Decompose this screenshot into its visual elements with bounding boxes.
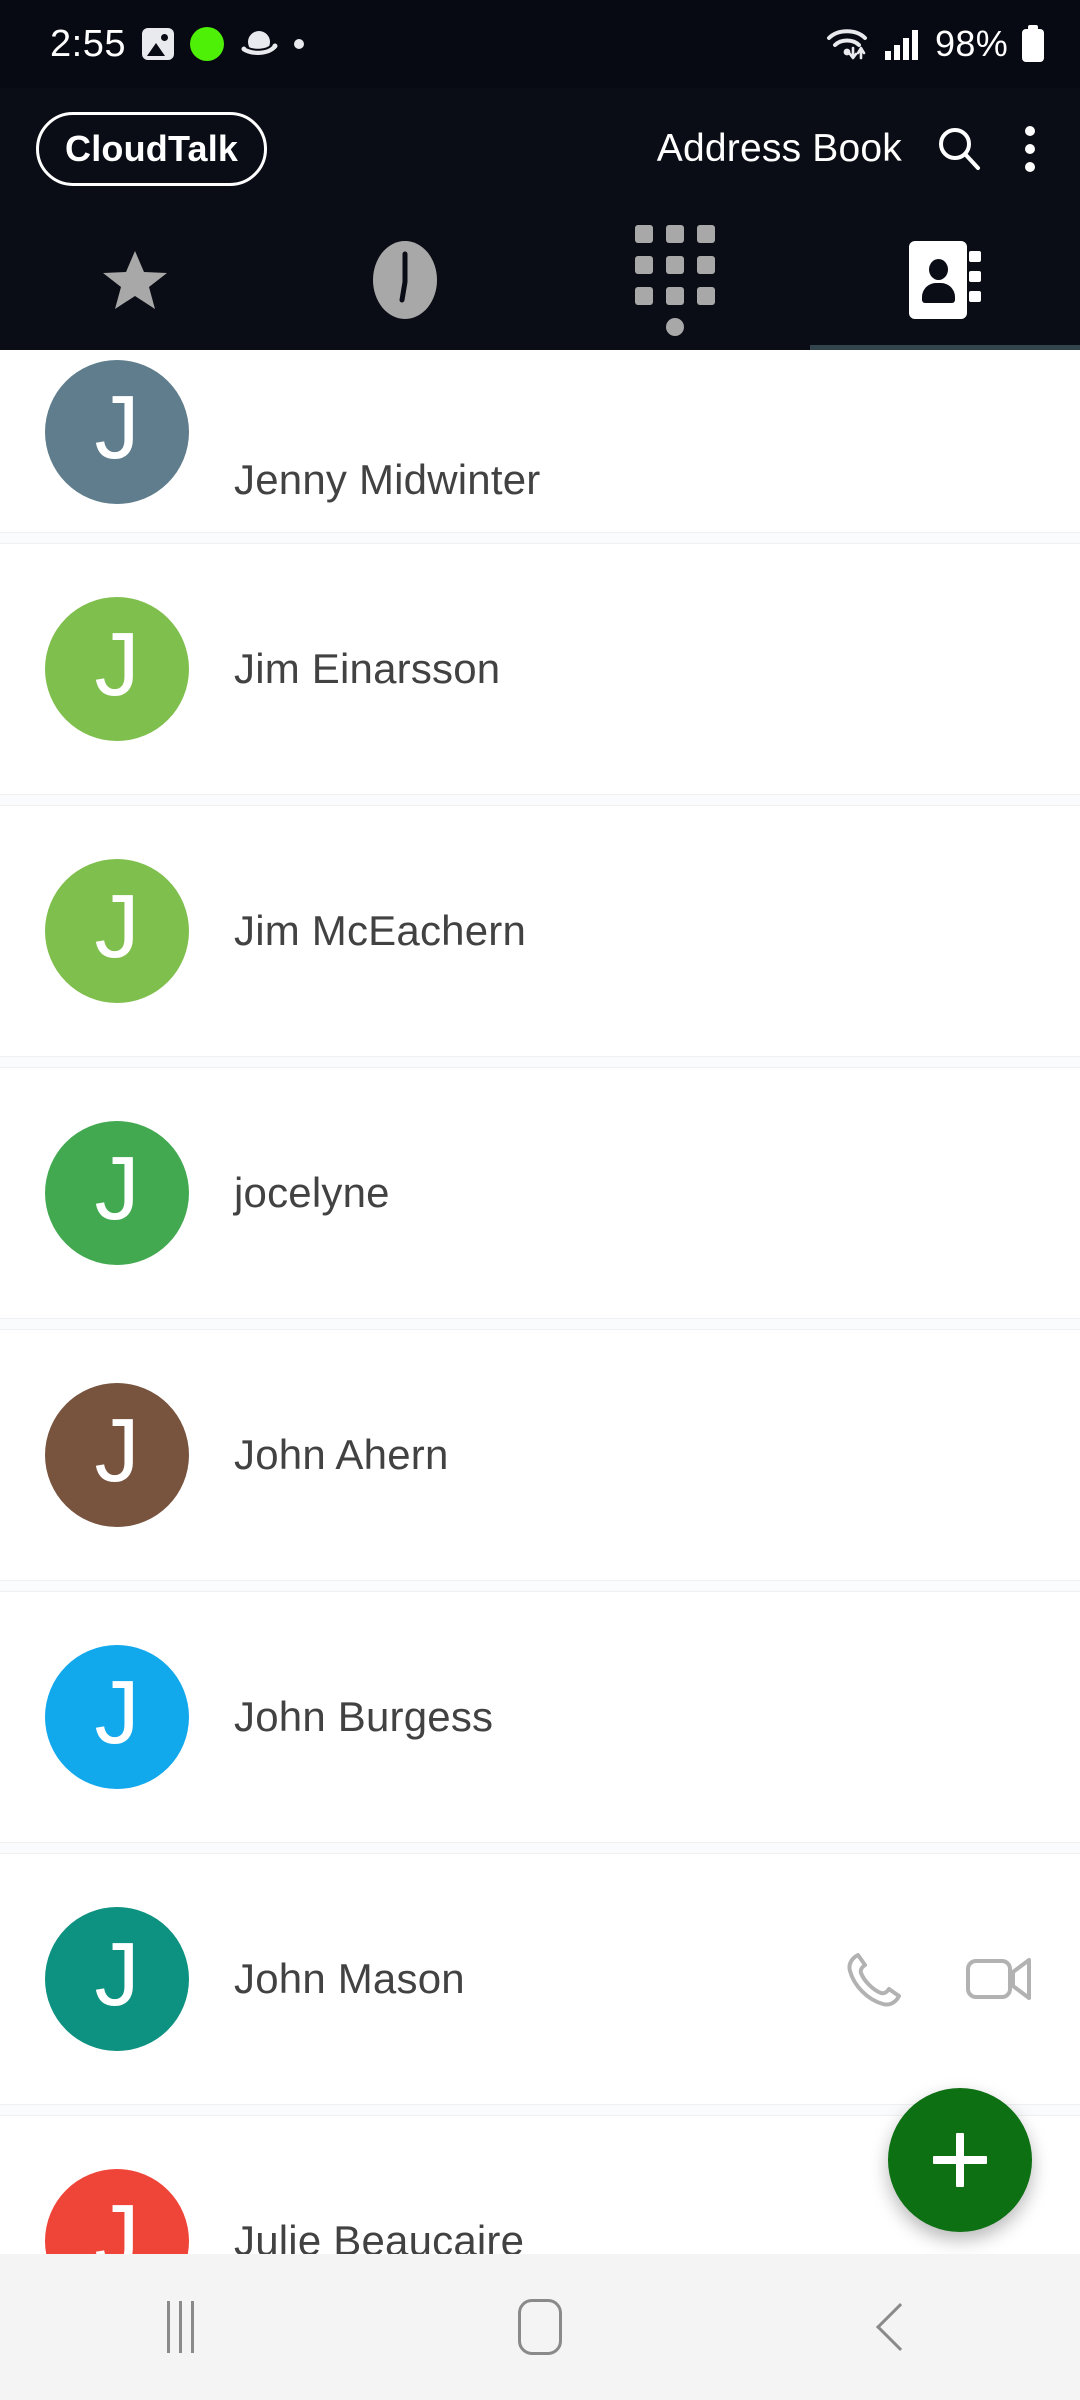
- home-icon: [518, 2299, 562, 2355]
- more-vertical-icon[interactable]: [1016, 120, 1044, 178]
- contact-name: Jim Einarsson: [234, 645, 501, 692]
- tab-dialpad[interactable]: [540, 210, 810, 350]
- contact-name: Jenny Midwinter: [234, 456, 541, 503]
- battery-icon: [1022, 25, 1044, 62]
- photos-icon: [141, 28, 174, 60]
- contact-list[interactable]: J Jenny Midwinter J Jim Einarsson J Jim McEac…: [0, 350, 1080, 2254]
- contact-name: Jim McEachern: [234, 907, 527, 954]
- tab-recents[interactable]: [270, 210, 540, 350]
- status-bar-left: 2:55: [50, 23, 304, 66]
- status-clock: 2:55: [50, 22, 126, 65]
- wifi-icon: [827, 29, 868, 60]
- contact-name: jocelyne: [234, 1169, 390, 1216]
- avatar: J: [45, 1645, 189, 1789]
- list-divider: [0, 794, 1080, 806]
- contact-name: John Mason: [234, 1955, 465, 2002]
- dialpad-icon: [635, 224, 715, 336]
- nav-recents-button[interactable]: [0, 2301, 360, 2353]
- star-icon: [103, 251, 167, 309]
- video-camera-icon: [966, 1958, 1031, 2000]
- list-divider: [0, 1318, 1080, 1330]
- contact-row[interactable]: Jjocelyne: [0, 1068, 1080, 1318]
- page-title: Address Book: [656, 127, 902, 170]
- avatar: J: [45, 360, 189, 504]
- green-dot-icon: [189, 27, 224, 61]
- list-divider: [0, 1842, 1080, 1854]
- contact-row[interactable]: J John Burgess: [0, 1592, 1080, 1842]
- list-divider: [0, 1056, 1080, 1068]
- avatar: J: [45, 1121, 189, 1265]
- list-divider: [0, 1580, 1080, 1592]
- app-header: CloudTalk Address Book: [0, 88, 1080, 210]
- avatar: J: [45, 597, 189, 741]
- recents-icon: [166, 2301, 194, 2353]
- back-icon: [875, 2302, 925, 2352]
- video-call-button[interactable]: [966, 1951, 1032, 2007]
- contact-row-actions: [842, 1948, 1032, 2010]
- battery-percent-label: 98%: [935, 23, 1008, 64]
- nav-home-button[interactable]: [360, 2299, 720, 2355]
- contact-name: Julie Beaucaire: [234, 2217, 525, 2254]
- clock-icon: [373, 241, 437, 319]
- phone-screen: 2:55 98% CloudTalk Address Book J Jenny …: [0, 0, 1080, 2400]
- avatar: J: [45, 859, 189, 1003]
- contact-row[interactable]: J Jim Einarsson: [0, 544, 1080, 794]
- status-bar: 2:55 98%: [0, 0, 1080, 88]
- contact-row[interactable]: J John Ahern: [0, 1330, 1080, 1580]
- contact-row[interactable]: J John Mason: [0, 1854, 1080, 2104]
- contact-name: John Burgess: [234, 1693, 494, 1740]
- small-dot-icon: [293, 39, 304, 49]
- avatar: J: [45, 2169, 189, 2254]
- brand-badge[interactable]: CloudTalk: [36, 112, 268, 186]
- add-contact-button[interactable]: [888, 2088, 1032, 2232]
- call-button[interactable]: [842, 1948, 904, 2010]
- planet-icon: [241, 31, 278, 55]
- android-nav-bar: [0, 2254, 1080, 2400]
- phone-icon: [847, 1953, 901, 2007]
- contacts-book-icon: [909, 241, 981, 319]
- avatar: J: [45, 1383, 189, 1527]
- tab-favorites[interactable]: [0, 210, 270, 350]
- search-icon[interactable]: [932, 122, 986, 176]
- contact-row[interactable]: J Jenny Midwinter: [0, 350, 1080, 532]
- tab-bar: [0, 210, 1080, 350]
- avatar: J: [45, 1907, 189, 2051]
- header-actions: Address Book: [657, 120, 1044, 178]
- signal-icon: [885, 30, 919, 60]
- status-bar-right: 98%: [825, 23, 1046, 65]
- contact-row[interactable]: J Jim McEachern: [0, 806, 1080, 1056]
- tab-contacts[interactable]: [810, 210, 1080, 350]
- nav-back-button[interactable]: [720, 2302, 1080, 2352]
- list-divider: [0, 532, 1080, 544]
- contact-name: John Ahern: [234, 1431, 449, 1478]
